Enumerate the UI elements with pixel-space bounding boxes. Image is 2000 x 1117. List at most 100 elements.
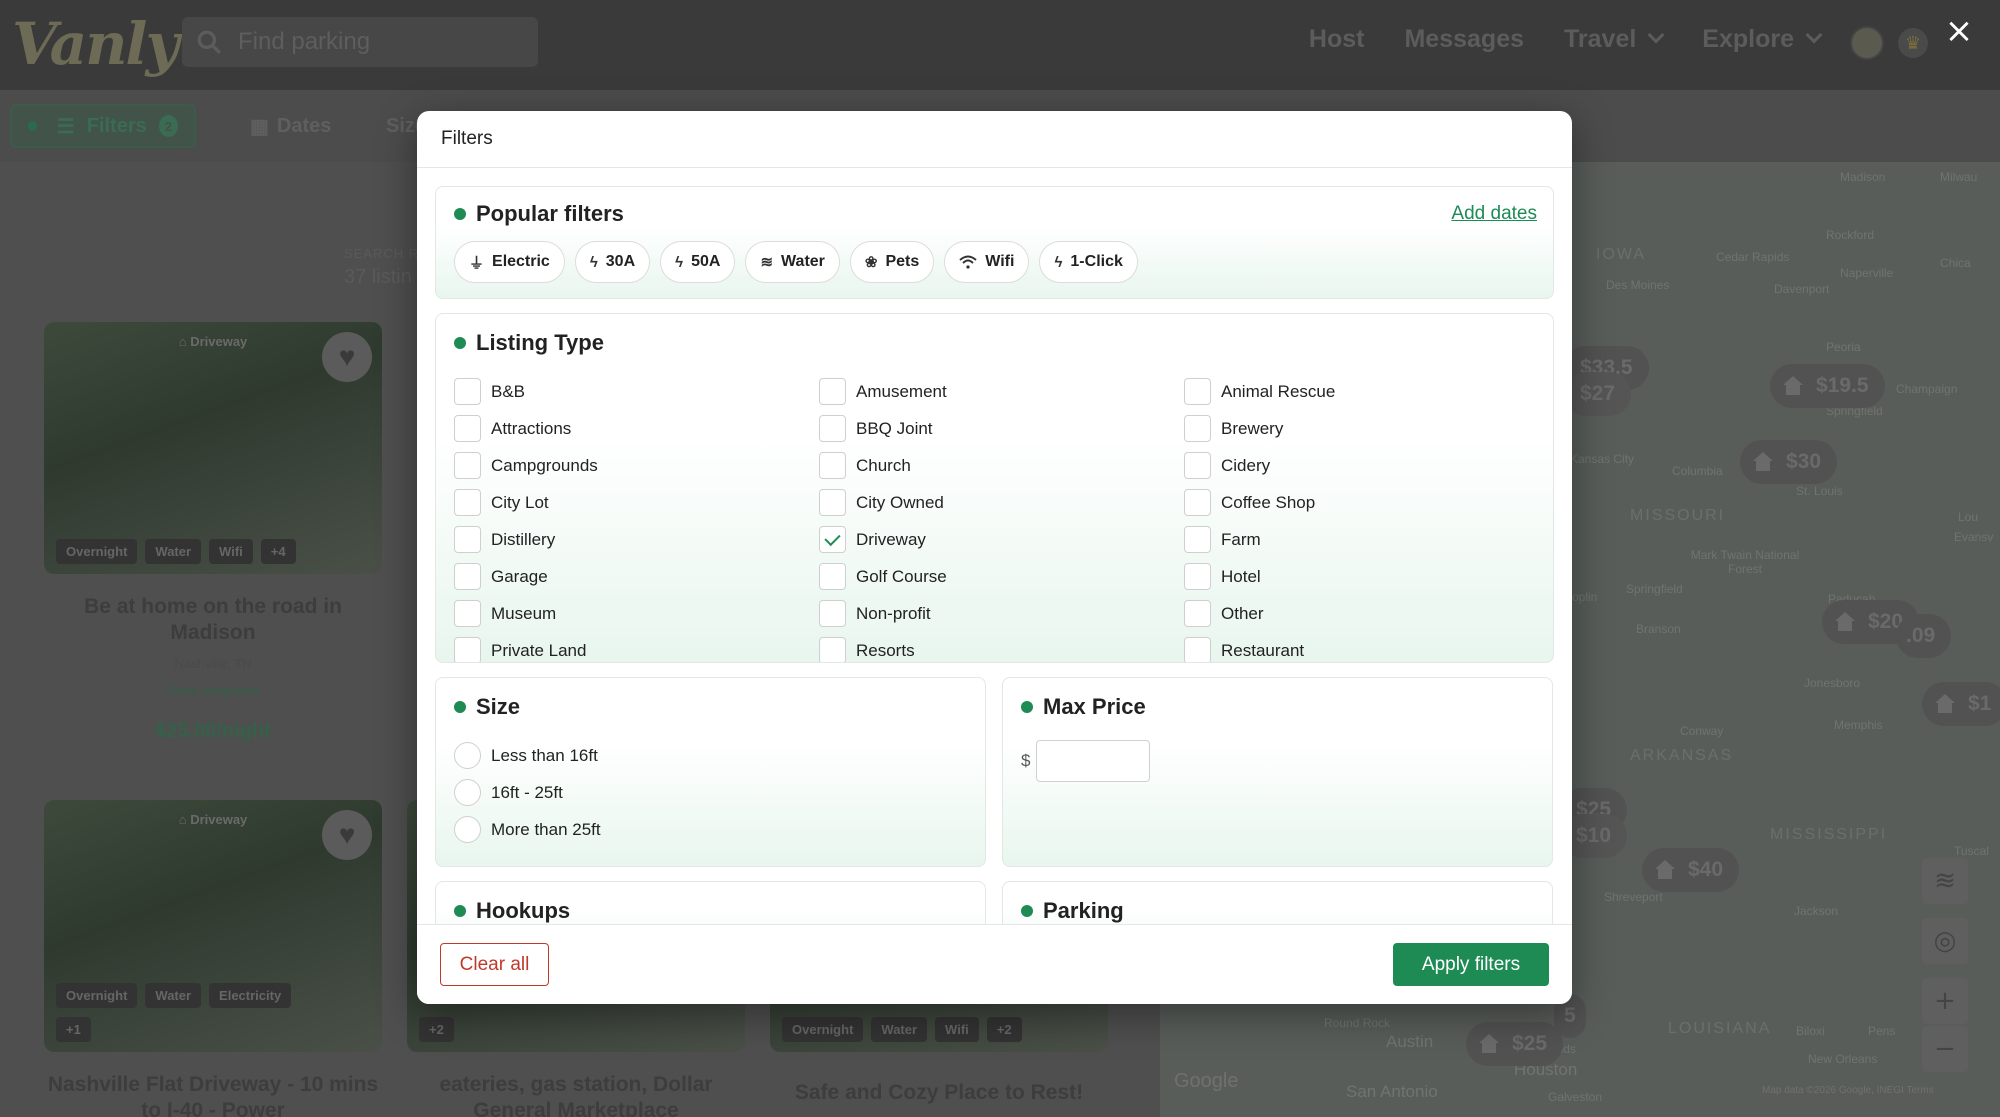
- checkbox[interactable]: [819, 637, 846, 662]
- checkbox[interactable]: [454, 563, 481, 590]
- checkbox-checked[interactable]: [819, 526, 846, 553]
- max-price-input[interactable]: [1036, 740, 1151, 782]
- avatar[interactable]: [1850, 26, 1884, 60]
- checkbox[interactable]: [454, 415, 481, 442]
- size-option[interactable]: Less than 16ft: [454, 742, 967, 769]
- listing-card[interactable]: ⌂ Driveway ♥ Overnight Water Electricity…: [44, 800, 382, 1117]
- heart-icon[interactable]: ♥: [322, 810, 372, 860]
- vanly-logo[interactable]: Vanly: [12, 10, 179, 78]
- radio-button[interactable]: [454, 742, 481, 769]
- listing-type-option[interactable]: Restaurant: [1184, 637, 1549, 662]
- zoom-in-button[interactable]: +: [1922, 978, 1968, 1024]
- listing-type-option[interactable]: Golf Course: [819, 563, 1184, 590]
- checkbox[interactable]: [1184, 526, 1211, 553]
- listing-type-option[interactable]: Garage: [454, 563, 819, 590]
- listing-type-option[interactable]: Other: [1184, 600, 1549, 627]
- search-box[interactable]: [182, 17, 538, 67]
- checkbox[interactable]: [819, 489, 846, 516]
- listing-type-option[interactable]: B&B: [454, 378, 819, 405]
- checkbox[interactable]: [1184, 415, 1211, 442]
- checkbox[interactable]: [819, 415, 846, 442]
- listing-type-option[interactable]: Amusement: [819, 378, 1184, 405]
- price-pin[interactable]: $27: [1564, 372, 1632, 416]
- checkbox[interactable]: [1184, 563, 1211, 590]
- listing-type-option[interactable]: BBQ Joint: [819, 415, 1184, 442]
- modal-body[interactable]: Popular filters Add dates ⏚ Electric ϟ 30A…: [417, 168, 1572, 924]
- zoom-out-button[interactable]: −: [1922, 1026, 1968, 1072]
- checkbox[interactable]: [1184, 452, 1211, 479]
- checkbox[interactable]: [1184, 489, 1211, 516]
- listing-type-option[interactable]: Resorts: [819, 637, 1184, 662]
- listing-title[interactable]: Be at home on the road in Madison: [44, 594, 382, 646]
- layers-icon[interactable]: ≋: [1922, 858, 1968, 904]
- checkbox[interactable]: [1184, 637, 1211, 662]
- listing-type-option[interactable]: Church: [819, 452, 1184, 479]
- listing-type-section[interactable]: Listing Type B&B Amusement Animal Rescue At…: [435, 313, 1554, 663]
- search-input[interactable]: [238, 25, 518, 59]
- listing-type-option[interactable]: Attractions: [454, 415, 819, 442]
- price-pin[interactable]: .09: [1896, 614, 1952, 658]
- listing-type-option[interactable]: Farm: [1184, 526, 1549, 553]
- listing-title[interactable]: Safe and Cozy Place to Rest!: [770, 1080, 1108, 1106]
- locate-icon[interactable]: ◎: [1922, 918, 1968, 964]
- listing-type-option[interactable]: Brewery: [1184, 415, 1549, 442]
- clear-all-button[interactable]: Clear all: [440, 943, 549, 986]
- listing-type-option[interactable]: Driveway: [819, 526, 1184, 553]
- listing-title[interactable]: eateries, gas station, Dollar General Ma…: [407, 1072, 745, 1117]
- radio-button[interactable]: [454, 816, 481, 843]
- apply-filters-button[interactable]: Apply filters: [1393, 943, 1549, 986]
- dates-button[interactable]: ▦ Dates: [234, 104, 347, 148]
- checkbox[interactable]: [819, 378, 846, 405]
- chip-water[interactable]: ≋ Water: [745, 241, 840, 283]
- crown-icon[interactable]: ♛: [1898, 28, 1928, 58]
- checkbox[interactable]: [454, 600, 481, 627]
- price-pin[interactable]: $1: [1922, 682, 2000, 726]
- chip-1-click[interactable]: ϟ 1-Click: [1039, 241, 1138, 283]
- listing-photo[interactable]: ⌂ Driveway ♥ Overnight Water Wifi +4: [44, 322, 382, 574]
- size-option[interactable]: 16ft - 25ft: [454, 779, 967, 806]
- size-option[interactable]: More than 25ft: [454, 816, 967, 843]
- nav-explore[interactable]: Explore: [1702, 25, 1823, 54]
- chip-wifi[interactable]: Wifi: [944, 241, 1030, 283]
- listing-photo[interactable]: ⌂ Driveway ♥ Overnight Water Electricity…: [44, 800, 382, 1052]
- checkbox[interactable]: [819, 600, 846, 627]
- checkbox[interactable]: [1184, 600, 1211, 627]
- add-dates-link[interactable]: Add dates: [1451, 203, 1537, 225]
- nav-host[interactable]: Host: [1309, 25, 1365, 54]
- listing-type-option[interactable]: Hotel: [1184, 563, 1549, 590]
- listing-type-option[interactable]: Non-profit: [819, 600, 1184, 627]
- price-pin[interactable]: $25: [1466, 1022, 1564, 1066]
- listing-type-option[interactable]: Animal Rescue: [1184, 378, 1549, 405]
- listing-type-option[interactable]: Cidery: [1184, 452, 1549, 479]
- checkbox[interactable]: [454, 378, 481, 405]
- nav-messages[interactable]: Messages: [1404, 25, 1524, 54]
- price-pin[interactable]: $30: [1740, 440, 1838, 484]
- listing-title[interactable]: Nashville Flat Driveway - 10 mins to I-4…: [44, 1072, 382, 1117]
- checkbox[interactable]: [454, 637, 481, 662]
- close-icon[interactable]: ×: [1944, 14, 1974, 48]
- checkbox[interactable]: [1184, 378, 1211, 405]
- checkbox[interactable]: [454, 452, 481, 479]
- checkbox[interactable]: [454, 526, 481, 553]
- listing-type-option[interactable]: Campgrounds: [454, 452, 819, 479]
- listing-card[interactable]: ⌂ Driveway ♥ Overnight Water Wifi +4 Be …: [44, 322, 382, 743]
- checkbox[interactable]: [819, 563, 846, 590]
- listing-type-option[interactable]: Coffee Shop: [1184, 489, 1549, 516]
- checkbox[interactable]: [454, 489, 481, 516]
- chip-electric[interactable]: ⏚ Electric: [454, 241, 565, 283]
- checkbox[interactable]: [819, 452, 846, 479]
- chip-30a[interactable]: ϟ 30A: [574, 241, 651, 283]
- price-pin[interactable]: $19.5: [1770, 364, 1885, 408]
- nav-travel[interactable]: Travel: [1564, 25, 1665, 54]
- listing-type-option[interactable]: City Owned: [819, 489, 1184, 516]
- filters-button[interactable]: ☰ Filters 2: [10, 104, 196, 148]
- listing-type-option[interactable]: Private Land: [454, 637, 819, 662]
- listing-type-option[interactable]: City Lot: [454, 489, 819, 516]
- radio-button[interactable]: [454, 779, 481, 806]
- listing-type-option[interactable]: Distillery: [454, 526, 819, 553]
- view-snapshot-link[interactable]: View snapshot: [44, 683, 382, 698]
- heart-icon[interactable]: ♥: [322, 332, 372, 382]
- chip-50a[interactable]: ϟ 50A: [660, 241, 736, 283]
- listing-type-option[interactable]: Museum: [454, 600, 819, 627]
- price-pin[interactable]: $40: [1642, 848, 1740, 892]
